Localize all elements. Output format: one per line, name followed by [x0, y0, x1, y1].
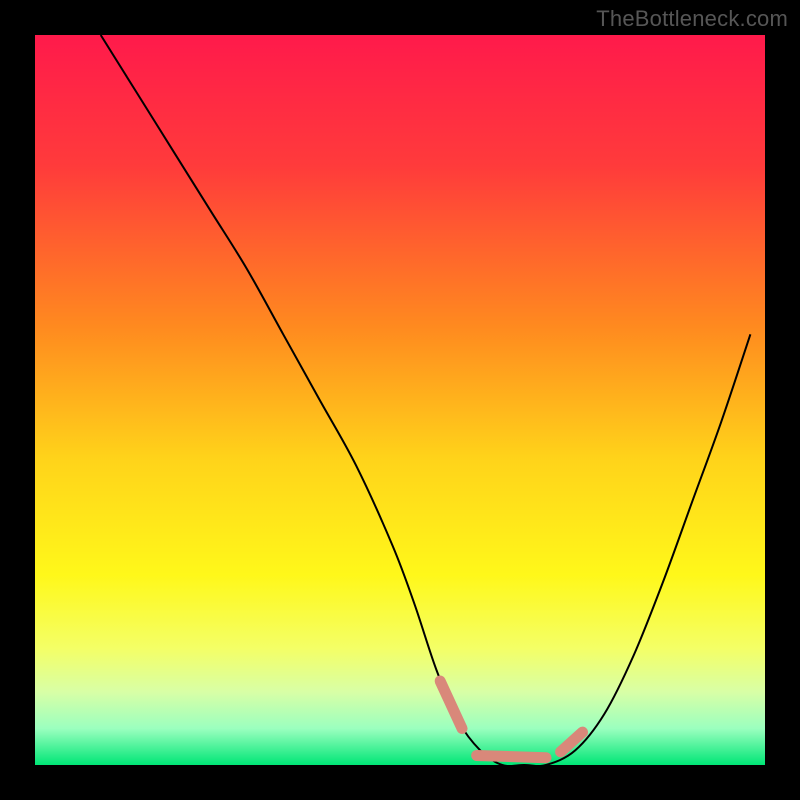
chart-canvas	[0, 0, 800, 800]
chart-frame: TheBottleneck.com	[0, 0, 800, 800]
optimum-band	[477, 756, 546, 758]
watermark-text: TheBottleneck.com	[596, 6, 788, 32]
plot-background	[35, 35, 765, 765]
